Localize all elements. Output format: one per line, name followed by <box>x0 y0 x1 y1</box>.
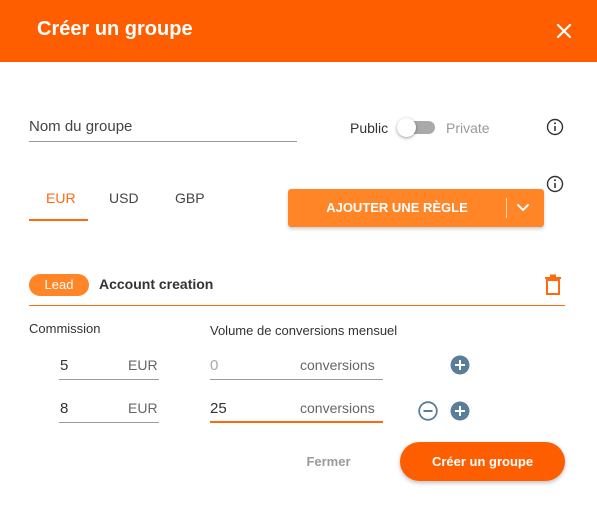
add-rule-button[interactable]: AJOUTER UNE RÈGLE <box>288 189 544 227</box>
volume-underline <box>210 379 383 380</box>
rule-type-badge: Lead <box>29 274 89 296</box>
tab-eur[interactable]: EUR <box>46 190 76 206</box>
tab-active-indicator <box>29 219 88 221</box>
rule-divider <box>29 305 565 306</box>
add-rule-separator <box>506 198 507 218</box>
dialog-title: Créer un groupe <box>37 18 193 40</box>
group-name-underline <box>29 141 297 142</box>
commission-underline <box>59 379 159 380</box>
chevron-down-icon[interactable] <box>514 200 532 216</box>
commission-header: Commission <box>29 321 101 336</box>
close-icon[interactable] <box>552 19 576 43</box>
add-tier-icon[interactable] <box>450 355 470 375</box>
volume-input[interactable]: 0 <box>210 357 218 374</box>
volume-underline-focused <box>210 421 383 423</box>
volume-unit: conversions <box>300 400 375 416</box>
tab-gbp[interactable]: GBP <box>175 190 205 206</box>
volume-input[interactable]: 25 <box>210 400 227 417</box>
tab-usd[interactable]: USD <box>109 190 139 206</box>
rule-name: Account creation <box>99 276 214 292</box>
create-group-button[interactable]: Créer un groupe <box>400 442 565 481</box>
private-label: Private <box>446 120 490 136</box>
public-label: Public <box>350 120 389 136</box>
add-rule-label: AJOUTER UNE RÈGLE <box>326 200 468 215</box>
volume-header: Volume de conversions mensuel <box>210 323 398 338</box>
commission-currency: EUR <box>128 400 158 416</box>
trash-icon[interactable] <box>544 274 562 296</box>
commission-input[interactable]: 8 <box>60 400 68 417</box>
visibility-toggle-knob[interactable] <box>397 118 416 137</box>
commission-currency: EUR <box>128 357 158 373</box>
group-name-input[interactable]: Nom du groupe <box>29 118 132 135</box>
add-tier-icon[interactable] <box>450 401 470 421</box>
info-icon[interactable] <box>546 175 564 193</box>
commission-underline <box>59 422 159 423</box>
close-button[interactable]: Fermer <box>291 451 366 473</box>
remove-tier-icon[interactable] <box>418 401 438 421</box>
info-icon[interactable] <box>546 118 564 136</box>
volume-unit: conversions <box>300 357 375 373</box>
commission-input[interactable]: 5 <box>60 357 68 374</box>
